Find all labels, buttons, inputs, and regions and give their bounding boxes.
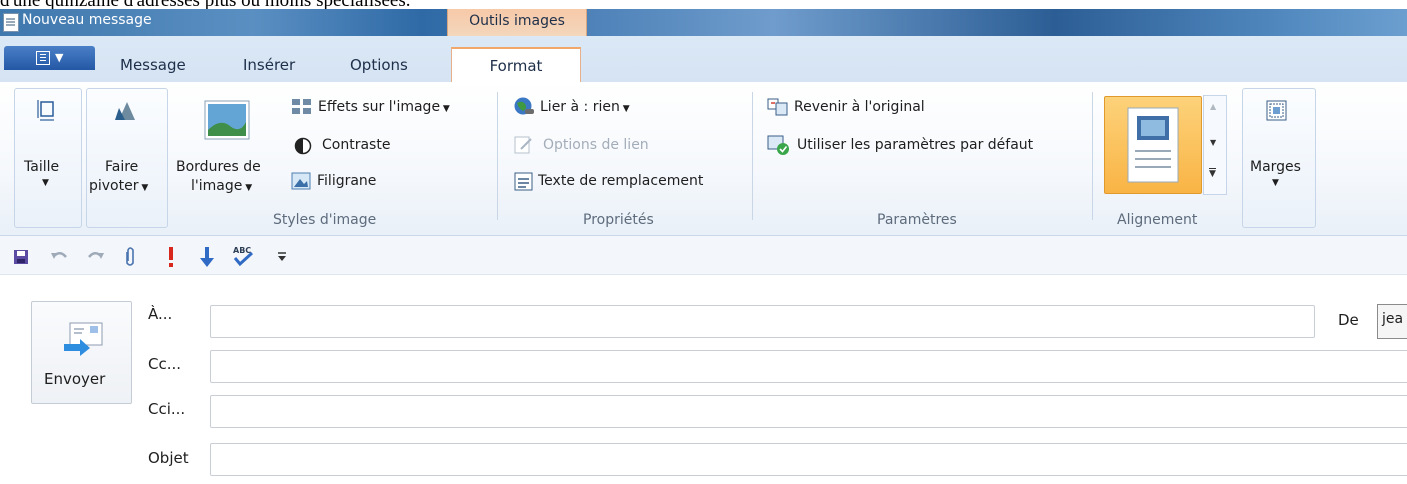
title-bar bbox=[0, 9, 1407, 36]
group-separator bbox=[497, 92, 498, 220]
tab-format-label: Format bbox=[489, 57, 543, 75]
texte-remplacement-button[interactable]: Texte de remplacement bbox=[538, 173, 703, 189]
faire-pivoter-text: pivoter bbox=[89, 178, 139, 194]
chevron-down-icon: ▼ bbox=[1272, 178, 1279, 188]
parametres-group-label: Paramètres bbox=[877, 212, 957, 228]
bordures-text: l'image bbox=[191, 178, 243, 194]
rotate-icon bbox=[115, 102, 135, 120]
chevron-down-icon: ▼ bbox=[138, 183, 149, 193]
marges-label: Marges bbox=[1250, 159, 1301, 175]
border-image-icon bbox=[204, 100, 250, 140]
margins-icon bbox=[1266, 100, 1287, 121]
faire-pivoter-label-1: Faire bbox=[105, 159, 139, 175]
lier-button[interactable]: Lier à : rien ▼ bbox=[540, 99, 630, 115]
styles-group-label: Styles d'image bbox=[273, 212, 377, 228]
lier-label: Lier à : rien bbox=[540, 99, 620, 115]
scroll-up-icon[interactable]: ▲ bbox=[1210, 102, 1216, 111]
contraste-button[interactable]: Contraste bbox=[322, 137, 390, 153]
tab-format[interactable]: Format bbox=[451, 47, 581, 85]
subject-field[interactable] bbox=[210, 443, 1407, 476]
watermark-icon bbox=[291, 172, 311, 190]
subject-label: Objet bbox=[148, 449, 189, 467]
alignement-group-label: Alignement bbox=[1117, 212, 1198, 228]
high-priority-icon[interactable] bbox=[166, 246, 176, 268]
file-menu-button[interactable]: ▼ bbox=[4, 46, 95, 70]
file-menu-icon bbox=[36, 51, 50, 65]
svg-text:ABC: ABC bbox=[233, 246, 251, 255]
filigrane-button[interactable]: Filigrane bbox=[317, 173, 376, 189]
effects-icon bbox=[292, 99, 311, 114]
revert-icon bbox=[767, 98, 788, 116]
proprietes-group-label: Propriétés bbox=[583, 212, 654, 228]
gallery-scrollbar[interactable]: ▲ ▼ ▼ bbox=[1203, 95, 1227, 195]
effets-label: Effets sur l'image bbox=[318, 99, 441, 115]
chevron-down-icon: ▼ bbox=[42, 178, 49, 188]
chevron-down-icon: ▼ bbox=[242, 183, 253, 193]
group-separator bbox=[752, 92, 753, 220]
save-icon[interactable] bbox=[13, 249, 29, 265]
bcc-button[interactable]: Cci... bbox=[148, 400, 185, 418]
cc-button[interactable]: Cc... bbox=[148, 355, 181, 373]
group-separator bbox=[1092, 92, 1093, 220]
to-button[interactable]: À... bbox=[148, 305, 172, 323]
contrast-icon bbox=[294, 137, 312, 155]
defaults-icon bbox=[767, 135, 789, 155]
tab-message[interactable]: Message bbox=[120, 56, 186, 74]
spellcheck-icon[interactable]: ABC bbox=[230, 244, 256, 268]
redo-icon[interactable] bbox=[87, 249, 105, 265]
tab-options[interactable]: Options bbox=[350, 56, 408, 74]
from-value: jea bbox=[1382, 311, 1404, 327]
chevron-down-icon: ▼ bbox=[440, 104, 450, 114]
chevron-down-icon: ▼ bbox=[619, 104, 630, 114]
ribbon-tab-row bbox=[0, 36, 1407, 83]
customize-icon[interactable] bbox=[276, 251, 288, 263]
effets-button[interactable]: Effets sur l'image ▼ bbox=[318, 99, 450, 115]
revenir-button[interactable]: Revenir à l'original bbox=[794, 99, 925, 115]
gallery-expand-icon[interactable]: ▼ bbox=[1209, 168, 1216, 179]
bordures-label-1: Bordures de bbox=[176, 159, 261, 175]
alignment-icon bbox=[1127, 107, 1179, 183]
alignment-gallery-selected[interactable] bbox=[1104, 96, 1202, 194]
chevron-down-icon: ▼ bbox=[55, 51, 64, 64]
from-label: De bbox=[1338, 311, 1359, 329]
send-button[interactable]: Envoyer bbox=[31, 301, 132, 404]
utiliser-button[interactable]: Utiliser les paramètres par défaut bbox=[797, 137, 1033, 153]
faire-pivoter-label-2: pivoter ▼ bbox=[89, 178, 148, 194]
options-lien-button[interactable]: Options de lien bbox=[543, 137, 649, 153]
context-tab-label: Outils images bbox=[469, 13, 565, 29]
send-icon bbox=[64, 322, 103, 356]
tab-inserer[interactable]: Insérer bbox=[243, 56, 295, 74]
to-field[interactable] bbox=[210, 305, 1315, 338]
bcc-field[interactable] bbox=[210, 395, 1407, 428]
document-icon bbox=[3, 13, 19, 32]
context-tab-outils-images: Outils images bbox=[447, 9, 587, 37]
link-globe-icon bbox=[514, 97, 534, 115]
alt-text-icon bbox=[514, 172, 533, 191]
link-options-icon bbox=[514, 136, 532, 154]
taille-label: Taille bbox=[24, 159, 60, 175]
cc-field[interactable] bbox=[210, 350, 1407, 383]
from-select[interactable]: jea bbox=[1377, 304, 1407, 339]
low-priority-icon[interactable] bbox=[199, 246, 215, 268]
scroll-down-icon[interactable]: ▼ bbox=[1210, 138, 1216, 147]
window-title: Nouveau message bbox=[22, 12, 152, 28]
attach-icon[interactable] bbox=[124, 246, 136, 268]
undo-icon[interactable] bbox=[50, 249, 68, 265]
bordures-label-2: l'image ▼ bbox=[191, 178, 252, 194]
size-icon bbox=[37, 100, 54, 121]
send-label: Envoyer bbox=[44, 370, 106, 388]
